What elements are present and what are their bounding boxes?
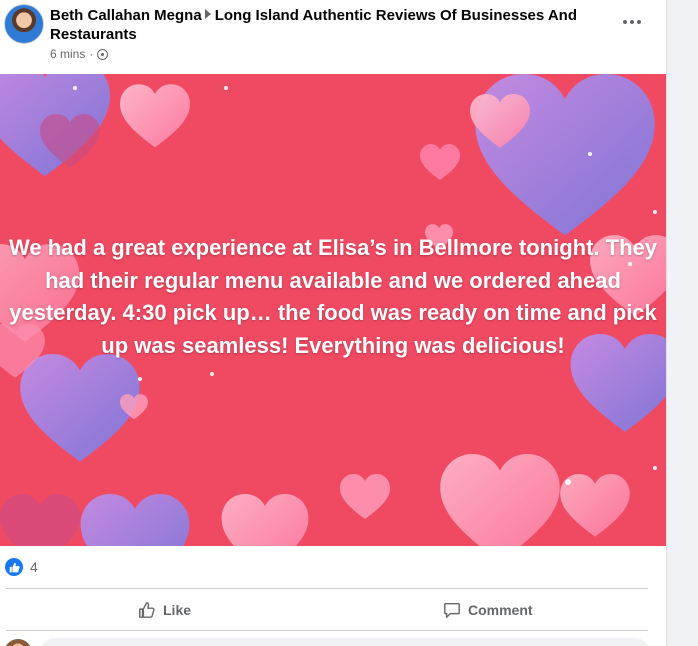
post-title-line: Beth Callahan Megna Long Island Authentic…: [50, 6, 590, 44]
post-actions: Like Comment: [0, 590, 666, 630]
group-members-icon: [97, 48, 109, 60]
triangle-right-icon: [204, 9, 211, 19]
viewer-avatar[interactable]: [4, 639, 32, 646]
reactions-summary[interactable]: 4: [0, 546, 666, 588]
more-options-icon[interactable]: [620, 10, 644, 34]
like-icon: [5, 558, 23, 576]
like-outline-icon: [139, 602, 155, 618]
divider: [6, 630, 648, 631]
comment-icon: [444, 602, 460, 618]
author-avatar[interactable]: [4, 4, 44, 44]
comment-label: Comment: [468, 602, 533, 618]
author-name[interactable]: Beth Callahan Megna: [50, 7, 202, 24]
post-time[interactable]: 6 mins: [50, 47, 85, 61]
page-background: [667, 0, 698, 646]
like-label: Like: [163, 602, 192, 618]
divider: [6, 588, 648, 589]
post-card: Beth Callahan Megna Long Island Authentic…: [0, 0, 667, 646]
reaction-count[interactable]: 4: [30, 559, 38, 575]
comment-input[interactable]: [40, 638, 650, 646]
post-body-text: We had a great experience at Elisa’s in …: [9, 235, 657, 358]
post-meta: 6 mins ·: [50, 47, 109, 61]
comment-button[interactable]: Comment: [443, 590, 533, 630]
like-button[interactable]: Like: [138, 590, 191, 630]
post-background-image[interactable]: We had a great experience at Elisa’s in …: [0, 74, 666, 546]
post-header: Beth Callahan Megna Long Island Authentic…: [0, 0, 666, 74]
